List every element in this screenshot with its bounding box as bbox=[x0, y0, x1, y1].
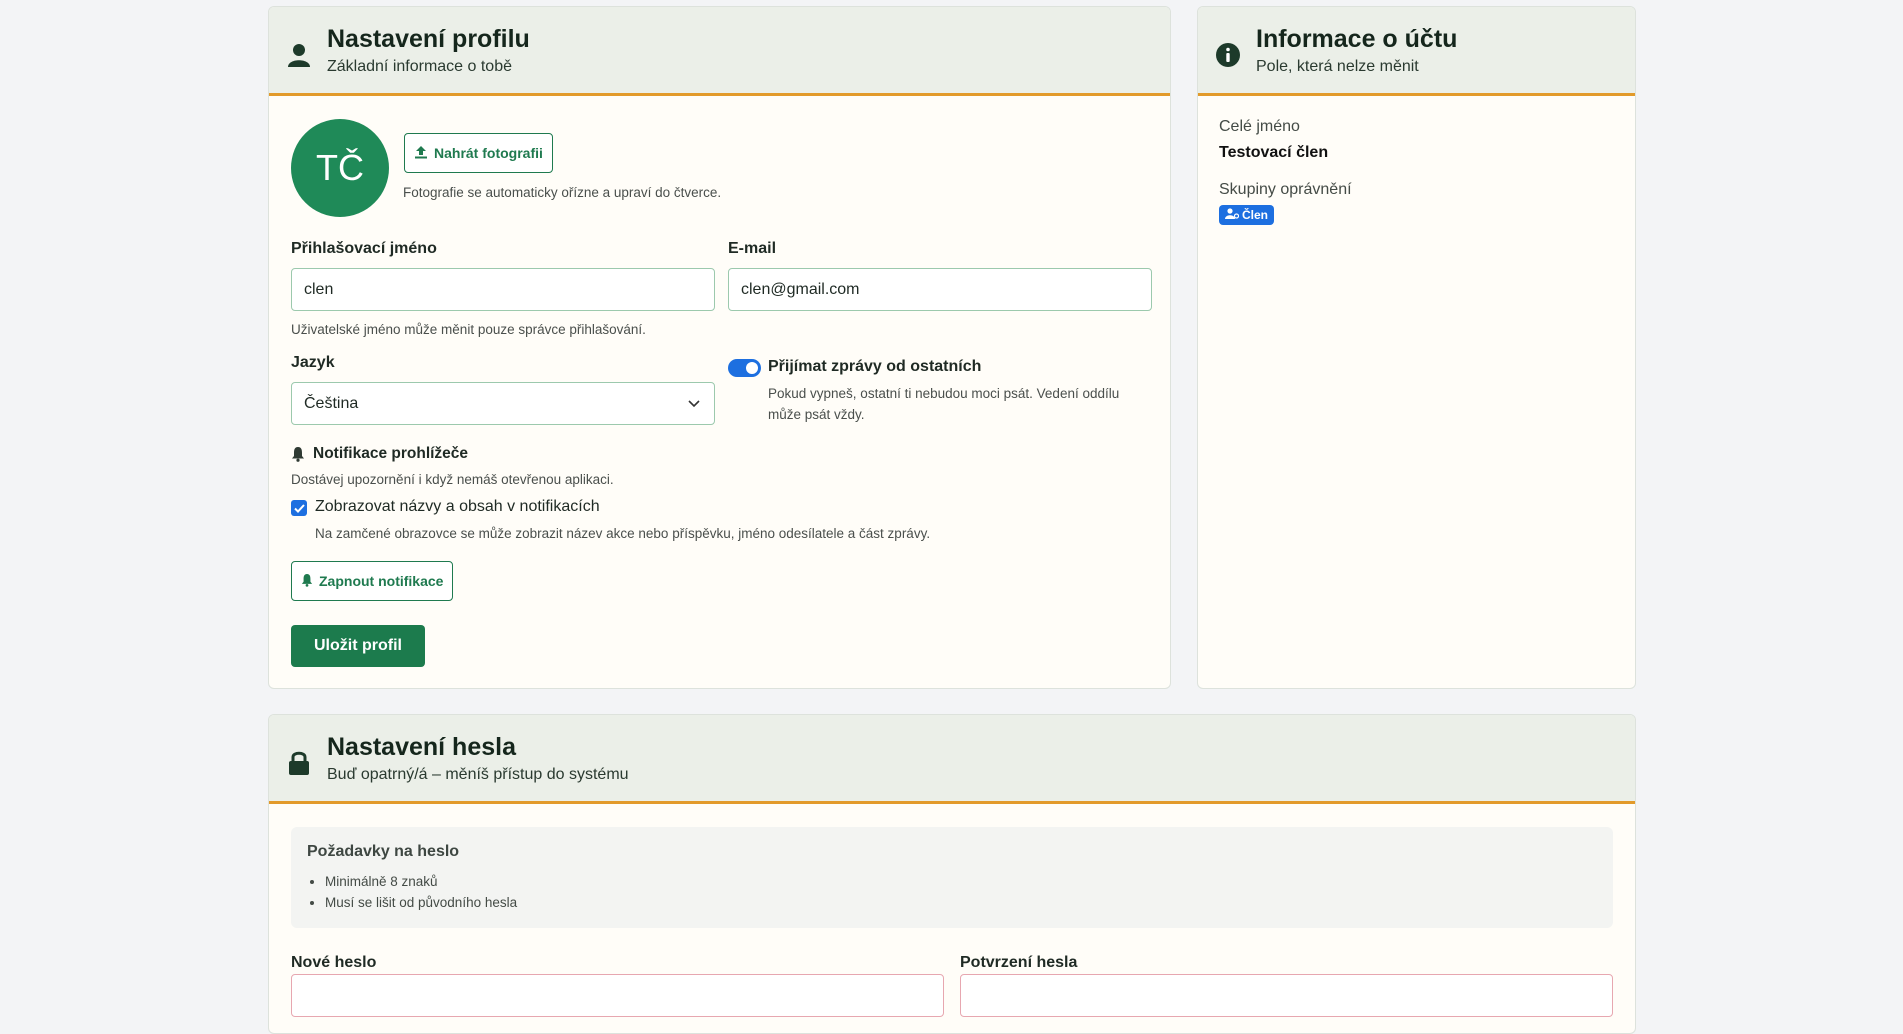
language-select[interactable]: Čeština bbox=[291, 382, 715, 425]
list-item: Minimálně 8 znaků bbox=[325, 871, 517, 892]
full-name-value: Testovací člen bbox=[1219, 144, 1329, 161]
password-settings-card: Nastavení hesla Buď opatrný/á – měníš př… bbox=[268, 714, 1636, 1034]
profile-settings-card: Nastavení profilu Základní informace o t… bbox=[268, 6, 1171, 689]
password-card-subtitle: Buď opatrný/á – měníš přístup do systému bbox=[327, 766, 629, 783]
show-content-checkbox[interactable] bbox=[291, 500, 307, 516]
full-name-label: Celé jméno bbox=[1219, 118, 1300, 135]
permission-groups-label: Skupiny oprávnění bbox=[1219, 181, 1352, 198]
password-requirements-box: Požadavky na heslo Minimálně 8 znaků Mus… bbox=[291, 827, 1613, 928]
profile-card-title: Nastavení profilu bbox=[327, 25, 530, 53]
confirm-password-input[interactable] bbox=[960, 974, 1613, 1017]
chevron-down-icon bbox=[688, 395, 700, 413]
account-card-title: Informace o účtu bbox=[1256, 25, 1458, 53]
bell-icon bbox=[291, 446, 305, 467]
bell-icon bbox=[301, 573, 313, 590]
save-profile-button[interactable]: Uložit profil bbox=[291, 625, 425, 667]
new-password-label: Nové heslo bbox=[291, 954, 377, 971]
browser-notifications-help: Dostávej upozornění i když nemáš otevřen… bbox=[291, 472, 614, 487]
enable-notifications-label: Zapnout notifikace bbox=[319, 573, 444, 589]
upload-photo-label: Nahrát fotografii bbox=[434, 145, 543, 161]
user-icon bbox=[285, 41, 313, 69]
info-icon bbox=[1214, 41, 1242, 69]
group-badge: Člen bbox=[1219, 205, 1275, 225]
show-content-label: Zobrazovat názvy a obsah v notifikacích bbox=[315, 498, 600, 515]
messages-help-text-line1: Pokud vypneš, ostatní ti nebudou moci ps… bbox=[768, 386, 1120, 401]
password-requirements-title: Požadavky na heslo bbox=[307, 843, 460, 860]
messages-toggle-label: Přijímat zprávy od ostatních bbox=[768, 358, 982, 375]
username-label: Přihlašovací jméno bbox=[291, 240, 437, 257]
lock-icon bbox=[285, 749, 313, 777]
list-item: Musí se lišit od původního hesla bbox=[325, 892, 517, 913]
profile-card-header: Nastavení profilu Základní informace o t… bbox=[269, 7, 1170, 96]
email-input[interactable]: clen@gmail.com bbox=[728, 268, 1152, 311]
avatar: TČ bbox=[291, 119, 389, 217]
upload-photo-button[interactable]: Nahrát fotografii bbox=[404, 133, 553, 173]
account-card-header: Informace o účtu Pole, která nelze měnit bbox=[1198, 7, 1635, 96]
password-card-header: Nastavení hesla Buď opatrný/á – měníš př… bbox=[269, 715, 1635, 804]
language-select-value: Čeština bbox=[304, 394, 359, 412]
password-card-title: Nastavení hesla bbox=[327, 733, 516, 761]
show-content-help: Na zamčené obrazovce se může zobrazit ná… bbox=[315, 526, 931, 541]
enable-notifications-button[interactable]: Zapnout notifikace bbox=[291, 561, 454, 601]
password-requirements-list: Minimálně 8 znaků Musí se lišit od původ… bbox=[325, 871, 517, 913]
email-label: E-mail bbox=[728, 240, 777, 257]
username-help-text: Uživatelské jméno může měnit pouze správ… bbox=[291, 322, 646, 337]
user-cog-icon bbox=[1225, 208, 1240, 222]
account-info-card: Informace o účtu Pole, která nelze měnit… bbox=[1197, 6, 1636, 689]
profile-card-subtitle: Základní informace o tobě bbox=[327, 58, 512, 75]
confirm-password-label: Potvrzení hesla bbox=[960, 954, 1078, 971]
language-label: Jazyk bbox=[291, 354, 335, 371]
account-card-subtitle: Pole, která nelze měnit bbox=[1256, 58, 1419, 75]
messages-help-text-line2: může psát vždy. bbox=[768, 407, 865, 422]
group-badge-label: Člen bbox=[1242, 208, 1269, 222]
upload-help-text: Fotografie se automaticky ořízne a uprav… bbox=[403, 185, 722, 200]
upload-icon bbox=[414, 145, 428, 162]
username-input[interactable]: clen bbox=[291, 268, 715, 311]
messages-toggle[interactable] bbox=[728, 359, 761, 377]
new-password-input[interactable] bbox=[291, 974, 944, 1017]
browser-notifications-title: Notifikace prohlížeče bbox=[313, 445, 469, 462]
